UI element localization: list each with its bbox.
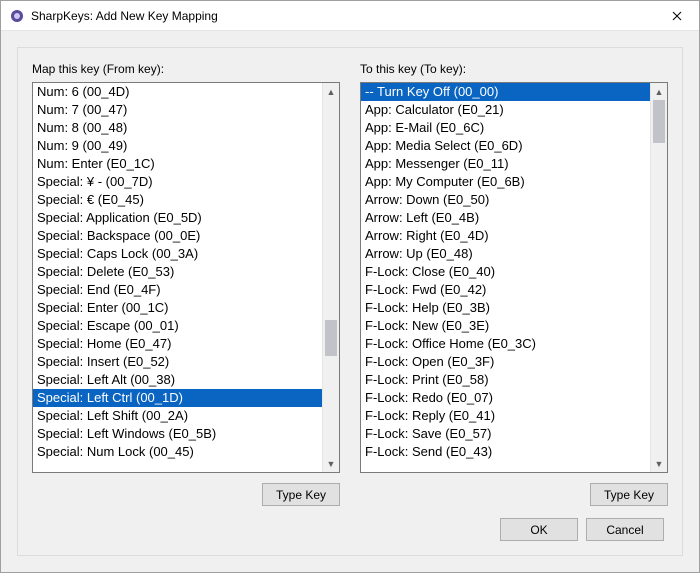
- list-item[interactable]: Special: Num Lock (00_45): [33, 443, 322, 461]
- scroll-up-icon[interactable]: ▲: [651, 83, 667, 100]
- list-item[interactable]: F-Lock: Reply (E0_41): [361, 407, 650, 425]
- list-item[interactable]: Special: Delete (E0_53): [33, 263, 322, 281]
- from-key-list-wrap: Num: 6 (00_4D)Num: 7 (00_47)Num: 8 (00_4…: [32, 82, 340, 473]
- list-item[interactable]: App: Calculator (E0_21): [361, 101, 650, 119]
- list-item[interactable]: F-Lock: Send (E0_43): [361, 443, 650, 461]
- to-key-label: To this key (To key):: [360, 62, 668, 76]
- list-item[interactable]: Arrow: Up (E0_48): [361, 245, 650, 263]
- dialog-buttons: OK Cancel: [32, 506, 668, 545]
- titlebar: SharpKeys: Add New Key Mapping: [1, 1, 699, 31]
- list-item[interactable]: Num: Enter (E0_1C): [33, 155, 322, 173]
- scroll-thumb[interactable]: [325, 320, 337, 356]
- cancel-button[interactable]: Cancel: [586, 518, 664, 541]
- to-key-buttons: Type Key: [360, 483, 668, 506]
- list-item[interactable]: F-Lock: Save (E0_57): [361, 425, 650, 443]
- list-item[interactable]: F-Lock: Close (E0_40): [361, 263, 650, 281]
- list-item[interactable]: Special: € (E0_45): [33, 191, 322, 209]
- list-item[interactable]: Special: Caps Lock (00_3A): [33, 245, 322, 263]
- to-key-scrollbar[interactable]: ▲ ▼: [650, 83, 667, 472]
- scroll-thumb[interactable]: [653, 100, 665, 143]
- columns: Map this key (From key): Num: 6 (00_4D)N…: [32, 62, 668, 506]
- from-key-buttons: Type Key: [32, 483, 340, 506]
- dialog-window: SharpKeys: Add New Key Mapping Map this …: [0, 0, 700, 573]
- to-key-listbox[interactable]: -- Turn Key Off (00_00)App: Calculator (…: [361, 83, 650, 472]
- list-item[interactable]: Special: Enter (00_1C): [33, 299, 322, 317]
- list-item[interactable]: F-Lock: Help (E0_3B): [361, 299, 650, 317]
- list-item[interactable]: App: Messenger (E0_11): [361, 155, 650, 173]
- list-item[interactable]: App: My Computer (E0_6B): [361, 173, 650, 191]
- list-item[interactable]: F-Lock: Open (E0_3F): [361, 353, 650, 371]
- list-item[interactable]: Num: 7 (00_47): [33, 101, 322, 119]
- list-item[interactable]: Special: Left Shift (00_2A): [33, 407, 322, 425]
- list-item[interactable]: App: Media Select (E0_6D): [361, 137, 650, 155]
- list-item[interactable]: Special: Application (E0_5D): [33, 209, 322, 227]
- list-item[interactable]: F-Lock: Print (E0_58): [361, 371, 650, 389]
- list-item[interactable]: F-Lock: Office Home (E0_3C): [361, 335, 650, 353]
- list-item[interactable]: F-Lock: New (E0_3E): [361, 317, 650, 335]
- ok-button[interactable]: OK: [500, 518, 578, 541]
- client-area: Map this key (From key): Num: 6 (00_4D)N…: [1, 31, 699, 572]
- window-title: SharpKeys: Add New Key Mapping: [31, 9, 654, 23]
- list-item[interactable]: Special: Home (E0_47): [33, 335, 322, 353]
- list-item[interactable]: Special: End (E0_4F): [33, 281, 322, 299]
- from-key-scrollbar[interactable]: ▲ ▼: [322, 83, 339, 472]
- list-item[interactable]: Special: ¥ - (00_7D): [33, 173, 322, 191]
- scroll-track[interactable]: [323, 100, 339, 455]
- scroll-down-icon[interactable]: ▼: [651, 455, 667, 472]
- list-item[interactable]: Special: Insert (E0_52): [33, 353, 322, 371]
- inner-panel: Map this key (From key): Num: 6 (00_4D)N…: [17, 47, 683, 556]
- list-item[interactable]: Special: Left Windows (E0_5B): [33, 425, 322, 443]
- scroll-down-icon[interactable]: ▼: [323, 455, 339, 472]
- list-item[interactable]: Arrow: Right (E0_4D): [361, 227, 650, 245]
- list-item[interactable]: Arrow: Left (E0_4B): [361, 209, 650, 227]
- from-key-listbox[interactable]: Num: 6 (00_4D)Num: 7 (00_47)Num: 8 (00_4…: [33, 83, 322, 472]
- list-item[interactable]: Num: 8 (00_48): [33, 119, 322, 137]
- to-key-group: To this key (To key): -- Turn Key Off (0…: [360, 62, 668, 506]
- list-item[interactable]: Num: 9 (00_49): [33, 137, 322, 155]
- list-item[interactable]: Special: Left Alt (00_38): [33, 371, 322, 389]
- close-button[interactable]: [654, 1, 699, 30]
- list-item[interactable]: Arrow: Down (E0_50): [361, 191, 650, 209]
- list-item[interactable]: F-Lock: Fwd (E0_42): [361, 281, 650, 299]
- list-item[interactable]: -- Turn Key Off (00_00): [361, 83, 650, 101]
- to-key-list-wrap: -- Turn Key Off (00_00)App: Calculator (…: [360, 82, 668, 473]
- to-type-key-button[interactable]: Type Key: [590, 483, 668, 506]
- scroll-track[interactable]: [651, 100, 667, 455]
- list-item[interactable]: F-Lock: Redo (E0_07): [361, 389, 650, 407]
- list-item[interactable]: Special: Left Ctrl (00_1D): [33, 389, 322, 407]
- from-key-label: Map this key (From key):: [32, 62, 340, 76]
- list-item[interactable]: Num: 6 (00_4D): [33, 83, 322, 101]
- app-icon: [9, 8, 25, 24]
- from-key-group: Map this key (From key): Num: 6 (00_4D)N…: [32, 62, 340, 506]
- scroll-up-icon[interactable]: ▲: [323, 83, 339, 100]
- from-type-key-button[interactable]: Type Key: [262, 483, 340, 506]
- list-item[interactable]: Special: Escape (00_01): [33, 317, 322, 335]
- list-item[interactable]: App: E-Mail (E0_6C): [361, 119, 650, 137]
- list-item[interactable]: Special: Backspace (00_0E): [33, 227, 322, 245]
